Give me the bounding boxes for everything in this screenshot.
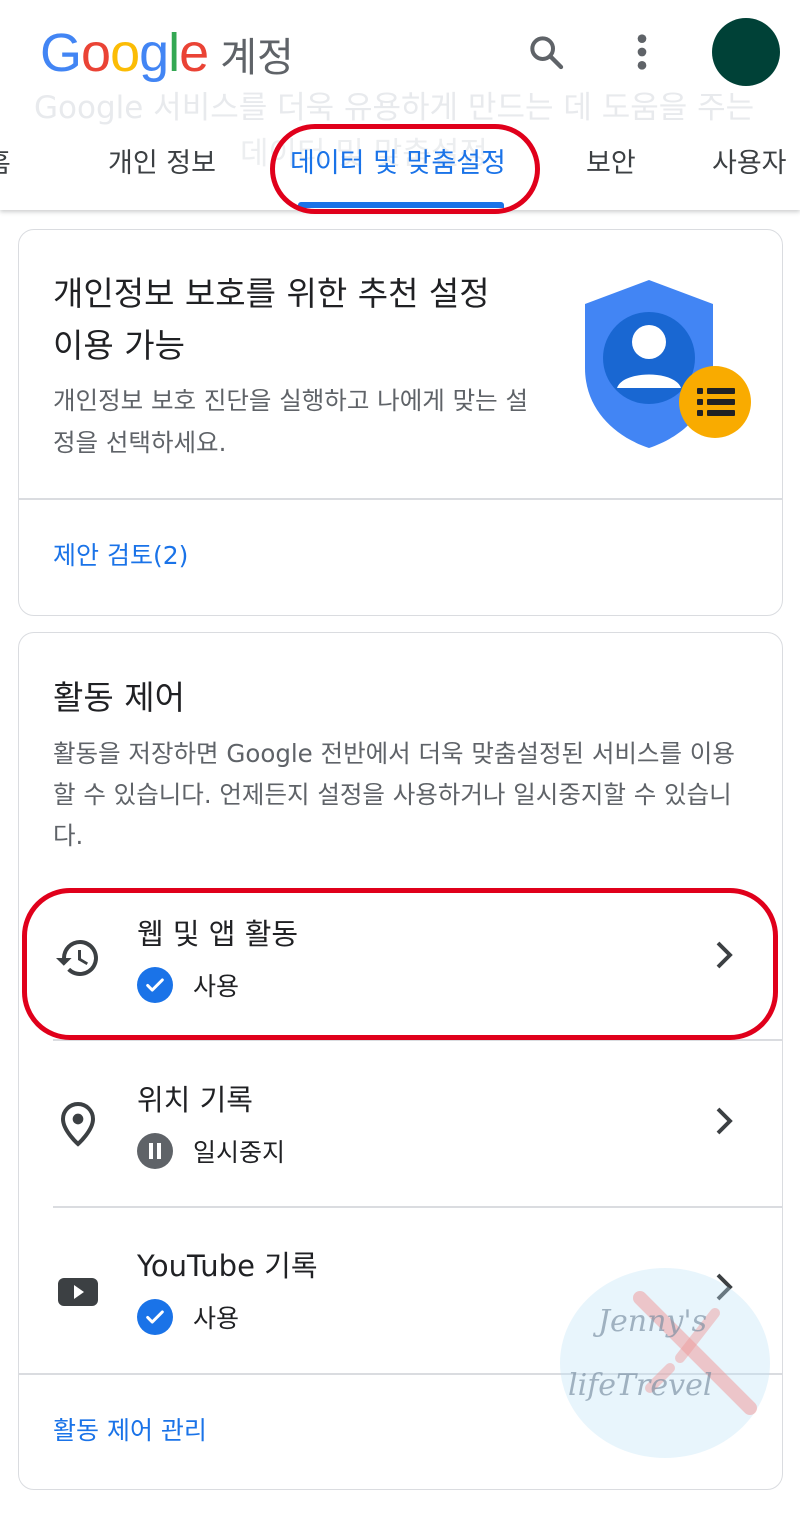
app-header: Google 계정 Google 서비스를 더욱 유용하게 만드는 데 도움을 … [0,0,800,210]
google-wordmark: Google [40,22,209,84]
row-divider [53,1206,782,1208]
row-status: 사용 [137,967,239,1003]
logo-letter: l [168,23,180,83]
tab-personal-info[interactable]: 개인 정보 [108,138,216,194]
card-description: 활동을 저장하면 Google 전반에서 더욱 맞춤설정된 서비스를 이용할 수… [53,739,735,850]
search-icon [530,36,564,70]
logo-letter: o [81,23,111,83]
card-divider [19,1373,782,1375]
faded-subtitle: Google 서비스를 더욱 유용하게 만드는 데 도움을 주는 [34,90,755,126]
tab-people-sharing[interactable]: 사용자 [712,138,787,194]
tab-home[interactable]: 홈 [0,138,11,194]
more-vert-icon [637,34,647,70]
logo-letter: g [139,23,169,83]
row-title: 웹 및 앱 활동 [137,917,299,951]
location-pin-icon [53,1099,103,1149]
card-title: 활동 제어 [53,678,185,717]
search-button[interactable] [520,26,572,78]
row-status: 사용 [137,1299,239,1335]
activity-controls-card: 활동 제어 활동을 저장하면 Google 전반에서 더욱 맞춤설정된 서비스를… [18,632,783,1490]
chevron-right-icon [709,1101,739,1141]
active-tab-indicator [298,202,504,208]
pause-circle-icon [137,1133,173,1169]
logo-letter: o [110,23,140,83]
web-app-activity-row[interactable]: 웹 및 앱 활동 사용 [19,881,782,1041]
status-text: 사용 [193,1304,240,1333]
row-title: 위치 기록 [137,1083,253,1117]
card-description: 개인정보 보호 진단을 실행하고 나에게 맞는 설정을 선택하세요. [53,386,528,457]
check-circle-icon [137,1299,173,1335]
chevron-right-icon [709,1267,739,1307]
shield-person-icon [585,280,751,448]
card-title: 개인정보 보호를 위한 추천 설정 이용 가능 [53,274,490,365]
youtube-icon [53,1267,103,1317]
chevron-right-icon [709,935,739,975]
history-icon [53,933,103,983]
manage-activity-controls-link[interactable]: 활동 제어 관리 [53,1411,207,1447]
logo-letter: e [179,23,209,83]
tab-bar: 홈 개인 정보 데이터 및 맞춤설정 보안 사용자 [0,138,800,210]
row-divider [53,1039,782,1041]
status-text: 일시중지 [193,1138,286,1167]
google-account-logo[interactable]: Google 계정 [40,22,294,84]
more-options-button[interactable] [620,26,664,78]
tab-security[interactable]: 보안 [586,138,636,194]
privacy-recommendation-card: 개인정보 보호를 위한 추천 설정 이용 가능 개인정보 보호 진단을 실행하고… [18,229,783,616]
product-name: 계정 [220,35,294,81]
review-suggestions-link[interactable]: 제안 검토(2) [53,536,188,572]
row-title: YouTube 기록 [137,1249,318,1283]
row-status: 일시중지 [137,1133,285,1169]
check-circle-icon [137,967,173,1003]
youtube-history-row[interactable]: YouTube 기록 사용 [19,1213,782,1373]
card-divider [19,498,782,500]
logo-letter: G [40,23,82,83]
avatar[interactable] [712,18,780,86]
tab-data-personalization[interactable]: 데이터 및 맞춤설정 [290,138,506,194]
location-history-row[interactable]: 위치 기록 일시중지 [19,1047,782,1207]
status-text: 사용 [193,972,240,1001]
